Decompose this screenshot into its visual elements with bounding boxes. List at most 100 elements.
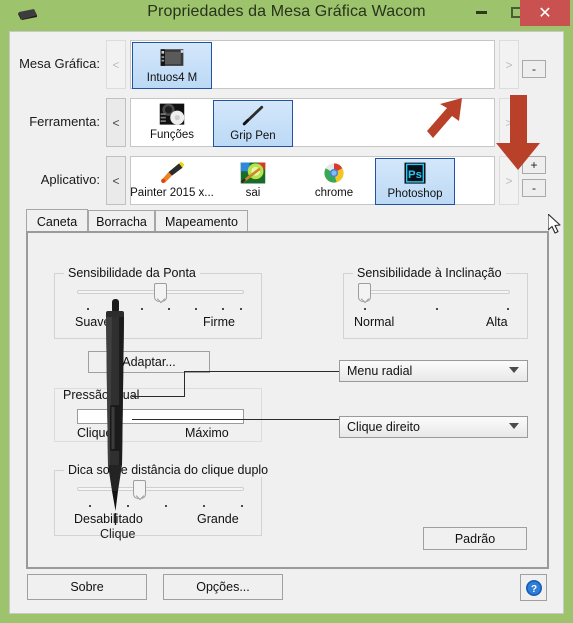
tick xyxy=(165,505,167,507)
pen-tip-caption: Clique xyxy=(100,527,136,541)
tab-borracha[interactable]: Borracha xyxy=(88,210,155,232)
tab-label: Caneta xyxy=(36,214,78,229)
default-button[interactable]: Padrão xyxy=(423,527,527,550)
tool-row-label: Ferramenta: xyxy=(29,114,100,129)
tick xyxy=(364,308,366,310)
tab-bar: Caneta Borracha Mapeamento xyxy=(26,209,549,233)
tablet-next-button[interactable]: > xyxy=(499,40,519,89)
client-area: Mesa Gráfica: < Intuos4 M > - Ferramenta… xyxy=(9,31,564,614)
svg-text:?: ? xyxy=(530,584,536,595)
application-list: Painter 2015 x... sai chrome Ps Photosho… xyxy=(130,156,495,205)
wacom-properties-window: Propriedades da Mesa Gráfica Wacom ✕ Mes… xyxy=(0,0,573,623)
tick xyxy=(203,505,205,507)
tilt-slider-track[interactable] xyxy=(362,290,510,294)
application-item-painter[interactable]: Painter 2015 x... xyxy=(130,158,214,205)
tablet-list: Intuos4 M xyxy=(130,40,495,89)
lower-pen-button-select[interactable]: Clique direito xyxy=(339,416,528,438)
painter-icon xyxy=(161,161,185,184)
tool-next-button[interactable]: > xyxy=(499,98,519,147)
tab-caneta[interactable]: Caneta xyxy=(26,209,88,233)
leader-line-upper-vertical xyxy=(184,371,185,397)
pen-icon xyxy=(242,105,264,126)
application-prev-button[interactable]: < xyxy=(106,156,126,205)
application-selector-row: Aplicativo: < Painter 2015 x... sai chro… xyxy=(10,154,555,209)
tick xyxy=(240,308,242,310)
pen-graphic xyxy=(106,299,124,534)
application-item-photoshop[interactable]: Ps Photoshop xyxy=(375,158,455,205)
tool-list: Funções Grip Pen xyxy=(130,98,495,147)
application-row-label: Aplicativo: xyxy=(40,172,100,187)
minimize-icon xyxy=(475,11,487,14)
application-item-sai[interactable]: sai xyxy=(213,158,293,205)
tick xyxy=(168,308,170,310)
tilt-slider-thumb[interactable] xyxy=(358,283,371,302)
tilt-min-label: Normal xyxy=(354,315,395,329)
chevron-down-icon xyxy=(509,423,519,429)
tool-selector-row: Ferramenta: < Funções Grip Pen > xyxy=(10,96,555,151)
tool-item-label: Funções xyxy=(149,129,195,141)
help-button[interactable]: ? xyxy=(520,574,547,601)
application-item-label: chrome xyxy=(314,187,354,199)
svg-text:Ps: Ps xyxy=(408,169,422,181)
tilt-sensitivity-title: Sensibilidade à Inclinação xyxy=(353,266,506,280)
tick xyxy=(507,308,509,310)
application-item-chrome[interactable]: chrome xyxy=(294,158,374,205)
help-icon: ? xyxy=(525,579,542,596)
mouse-cursor xyxy=(548,214,561,234)
about-button-label: Sobre xyxy=(70,580,104,594)
lower-pen-button-value: Clique direito xyxy=(347,420,420,434)
options-button-label: Opções... xyxy=(196,580,250,594)
about-button[interactable]: Sobre xyxy=(27,574,147,600)
pen-illustration: Clique xyxy=(88,295,148,541)
tool-prev-button[interactable]: < xyxy=(106,98,126,147)
tip-feel-slider-thumb[interactable] xyxy=(154,283,167,302)
tablet-item-label: Intuos4 M xyxy=(146,72,198,84)
title-bar: Propriedades da Mesa Gráfica Wacom ✕ xyxy=(0,0,573,30)
tip-feel-title: Sensibilidade da Ponta xyxy=(64,266,200,280)
options-button[interactable]: Opções... xyxy=(163,574,283,600)
tablet-item-intuos4m[interactable]: Intuos4 M xyxy=(132,42,212,89)
chrome-icon xyxy=(324,163,344,183)
tilt-max-label: Alta xyxy=(486,315,508,329)
tablet-row-label: Mesa Gráfica: xyxy=(19,56,100,71)
application-item-label: Painter 2015 x... xyxy=(130,187,214,199)
tool-item-funcoes[interactable]: Funções xyxy=(132,100,212,147)
add-application-button[interactable]: + xyxy=(522,156,546,174)
tick xyxy=(241,505,243,507)
tab-label: Borracha xyxy=(96,214,147,229)
pen-tab-panel: Sensibilidade da Ponta Suave Firme Adapt… xyxy=(26,231,549,569)
close-icon: ✕ xyxy=(538,5,552,22)
photoshop-icon: Ps xyxy=(404,162,426,184)
current-pressure-max-label: Máximo xyxy=(185,426,229,440)
remove-application-button[interactable]: - xyxy=(522,179,546,197)
double-click-max-label: Grande xyxy=(197,512,239,526)
leader-line-upper-horizontal xyxy=(184,371,339,372)
minimize-button[interactable] xyxy=(466,0,496,25)
tablet-icon xyxy=(160,49,184,66)
tip-feel-max-label: Firme xyxy=(203,315,235,329)
tip-feel-group: Sensibilidade da Ponta Suave Firme xyxy=(54,266,262,339)
tab-mapeamento[interactable]: Mapeamento xyxy=(155,210,248,232)
application-item-label: Photoshop xyxy=(387,188,443,200)
upper-pen-button-select[interactable]: Menu radial xyxy=(339,360,528,382)
tablet-prev-button[interactable]: < xyxy=(106,40,126,89)
tab-label: Mapeamento xyxy=(165,214,238,229)
tick xyxy=(195,308,197,310)
tablet-selector-row: Mesa Gráfica: < Intuos4 M > - xyxy=(10,38,555,93)
leader-line-upper xyxy=(132,396,184,397)
chevron-down-icon xyxy=(509,367,519,373)
tool-item-label: Grip Pen xyxy=(230,130,276,142)
application-next-button[interactable]: > xyxy=(499,156,519,205)
tool-item-grip-pen[interactable]: Grip Pen xyxy=(213,100,293,147)
default-button-label: Padrão xyxy=(454,531,496,546)
double-click-distance-group: Dica sobre distância do clique duplo Des… xyxy=(54,463,273,536)
tick xyxy=(222,308,224,310)
remove-tablet-button[interactable]: - xyxy=(522,60,546,78)
tablet-functions-icon xyxy=(159,103,185,125)
sai-icon xyxy=(240,162,266,184)
tilt-sensitivity-group: Sensibilidade à Inclinação Normal Alta xyxy=(343,266,528,339)
close-button[interactable]: ✕ xyxy=(520,0,570,26)
leader-line-lower xyxy=(132,419,339,420)
tick xyxy=(436,308,438,310)
upper-pen-button-value: Menu radial xyxy=(347,364,413,378)
